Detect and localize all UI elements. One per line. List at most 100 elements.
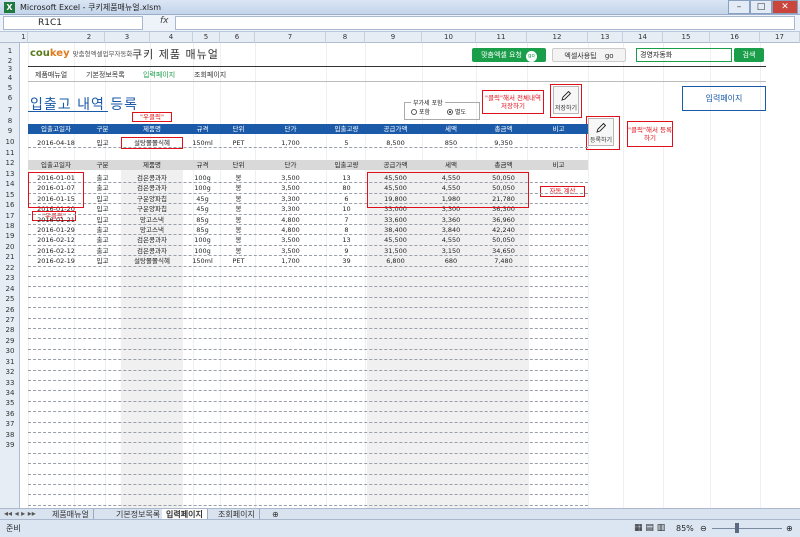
table-cell[interactable]: 2016-02-12 xyxy=(28,246,84,256)
column-header[interactable]: 8 xyxy=(326,32,365,43)
empty-row[interactable] xyxy=(28,454,588,465)
maximize-button[interactable]: □ xyxy=(750,0,772,14)
row-header[interactable]: 4 xyxy=(0,74,20,82)
row-header[interactable]: 39 xyxy=(0,441,20,449)
table-cell[interactable]: 10 xyxy=(326,204,367,214)
table-cell[interactable]: 3,150 xyxy=(424,246,478,256)
empty-row[interactable] xyxy=(28,329,588,340)
table-cell[interactable]: 8,500 xyxy=(367,138,424,148)
table-cell[interactable]: 봉 xyxy=(222,235,255,245)
table-cell[interactable]: 3,360 xyxy=(424,215,478,225)
table-cell[interactable]: 39 xyxy=(326,256,367,266)
row-header[interactable]: 8 xyxy=(0,117,20,125)
row-header[interactable]: 2 xyxy=(0,57,20,65)
empty-row[interactable] xyxy=(28,319,588,329)
row-header[interactable]: 16 xyxy=(0,201,20,209)
row-header[interactable]: 11 xyxy=(0,149,20,157)
table-cell[interactable]: 150ml xyxy=(183,256,222,266)
row-header[interactable]: 25 xyxy=(0,295,20,303)
column-header[interactable]: 15 xyxy=(663,32,710,43)
table-cell[interactable]: 42,240 xyxy=(478,225,529,235)
row-header[interactable]: 35 xyxy=(0,399,20,407)
table-cell[interactable]: 출고 xyxy=(84,173,121,183)
table-cell[interactable]: 7,480 xyxy=(478,256,529,266)
empty-row[interactable] xyxy=(28,485,588,496)
table-cell[interactable]: 봉 xyxy=(222,215,255,225)
column-header[interactable]: 4 xyxy=(150,32,193,43)
table-cell[interactable]: 9,350 xyxy=(478,138,529,148)
table-cell[interactable]: 45g xyxy=(183,194,222,204)
row-header[interactable]: 13 xyxy=(0,170,20,178)
table-cell[interactable]: 100g xyxy=(183,246,222,256)
table-cell[interactable]: PET xyxy=(222,138,255,148)
row-header[interactable]: 6 xyxy=(0,94,20,102)
table-cell[interactable]: 4,550 xyxy=(424,235,478,245)
vat-separate-radio[interactable]: 별도 xyxy=(447,109,466,117)
empty-row[interactable] xyxy=(28,287,588,298)
empty-row[interactable] xyxy=(28,371,588,381)
column-header[interactable]: 10 xyxy=(422,32,476,43)
table-cell[interactable]: 검은콩과자 xyxy=(121,173,183,183)
table-cell[interactable]: 3,300 xyxy=(255,194,326,204)
table-cell[interactable]: 봉 xyxy=(222,173,255,183)
row-header[interactable]: 10 xyxy=(0,138,20,146)
table-cell[interactable]: 4,800 xyxy=(255,225,326,235)
table-cell[interactable]: 출고 xyxy=(84,225,121,235)
column-header[interactable]: 14 xyxy=(623,32,663,43)
row-header[interactable]: 19 xyxy=(0,232,20,240)
column-header[interactable]: 3 xyxy=(105,32,150,43)
empty-row[interactable] xyxy=(28,350,588,361)
column-header[interactable]: 6 xyxy=(220,32,255,43)
empty-row[interactable] xyxy=(28,464,588,475)
zoom-in-icon[interactable]: ⊕ xyxy=(786,520,793,537)
row-header[interactable]: 26 xyxy=(0,306,20,314)
table-cell[interactable]: 출고 xyxy=(84,235,121,245)
table-cell[interactable]: 9 xyxy=(326,246,367,256)
table-cell[interactable]: 150ml xyxy=(183,138,222,148)
table-cell[interactable]: 2016-02-12 xyxy=(28,235,84,245)
row-header[interactable]: 32 xyxy=(0,368,20,376)
row-header[interactable]: 15 xyxy=(0,191,20,199)
table-cell[interactable]: PET xyxy=(222,256,255,266)
row-header[interactable]: 37 xyxy=(0,420,20,428)
table-cell[interactable]: 13 xyxy=(326,173,367,183)
column-header[interactable]: 1 xyxy=(20,32,28,43)
table-cell[interactable]: 2016-02-19 xyxy=(28,256,84,266)
table-cell[interactable]: 100g xyxy=(183,235,222,245)
row-header[interactable]: 36 xyxy=(0,410,20,418)
empty-row[interactable] xyxy=(28,412,588,423)
table-cell[interactable]: 입고 xyxy=(84,138,121,148)
table-cell[interactable]: 봉 xyxy=(222,194,255,204)
formula-input[interactable] xyxy=(175,16,795,30)
row-header[interactable]: 30 xyxy=(0,347,20,355)
table-cell[interactable]: 입고 xyxy=(84,194,121,204)
table-cell[interactable]: 봉 xyxy=(222,225,255,235)
empty-row[interactable] xyxy=(28,423,588,433)
nav-basic-info[interactable]: 기본정보목록 xyxy=(86,70,125,80)
table-cell[interactable]: 6,800 xyxy=(367,256,424,266)
table-cell[interactable]: 85g xyxy=(183,225,222,235)
excel-tips-button[interactable]: 엑셀사용팁 go xyxy=(552,48,626,62)
row-header[interactable]: 29 xyxy=(0,337,20,345)
row-header[interactable]: 38 xyxy=(0,431,20,439)
table-cell[interactable]: 3,840 xyxy=(424,225,478,235)
empty-row[interactable] xyxy=(28,381,588,392)
custom-excel-button[interactable]: 맞춤엑셀 요청 go xyxy=(472,48,546,62)
zoom-thumb[interactable] xyxy=(735,523,739,533)
table-cell[interactable]: 2016-01-29 xyxy=(28,225,84,235)
table-cell[interactable]: 입고 xyxy=(84,256,121,266)
close-button[interactable]: ✕ xyxy=(772,0,798,14)
row-header[interactable]: 3 xyxy=(0,65,20,73)
column-header[interactable]: 7 xyxy=(255,32,326,43)
table-cell[interactable]: 850 xyxy=(424,138,478,148)
table-cell[interactable]: 34,650 xyxy=(478,246,529,256)
table-cell[interactable]: 검은콩과자 xyxy=(121,183,183,193)
table-cell[interactable]: 5 xyxy=(326,138,367,148)
table-cell[interactable]: 3,300 xyxy=(255,204,326,214)
empty-row[interactable] xyxy=(28,339,588,350)
row-header[interactable]: 12 xyxy=(0,159,20,167)
table-cell[interactable]: 2016-01-21 xyxy=(28,215,84,225)
tab-nav-icons[interactable]: ◂◂ ◂ ▸ ▸▸ xyxy=(4,509,36,518)
row-header[interactable]: 23 xyxy=(0,274,20,282)
name-box[interactable]: R1C1 xyxy=(3,16,143,30)
